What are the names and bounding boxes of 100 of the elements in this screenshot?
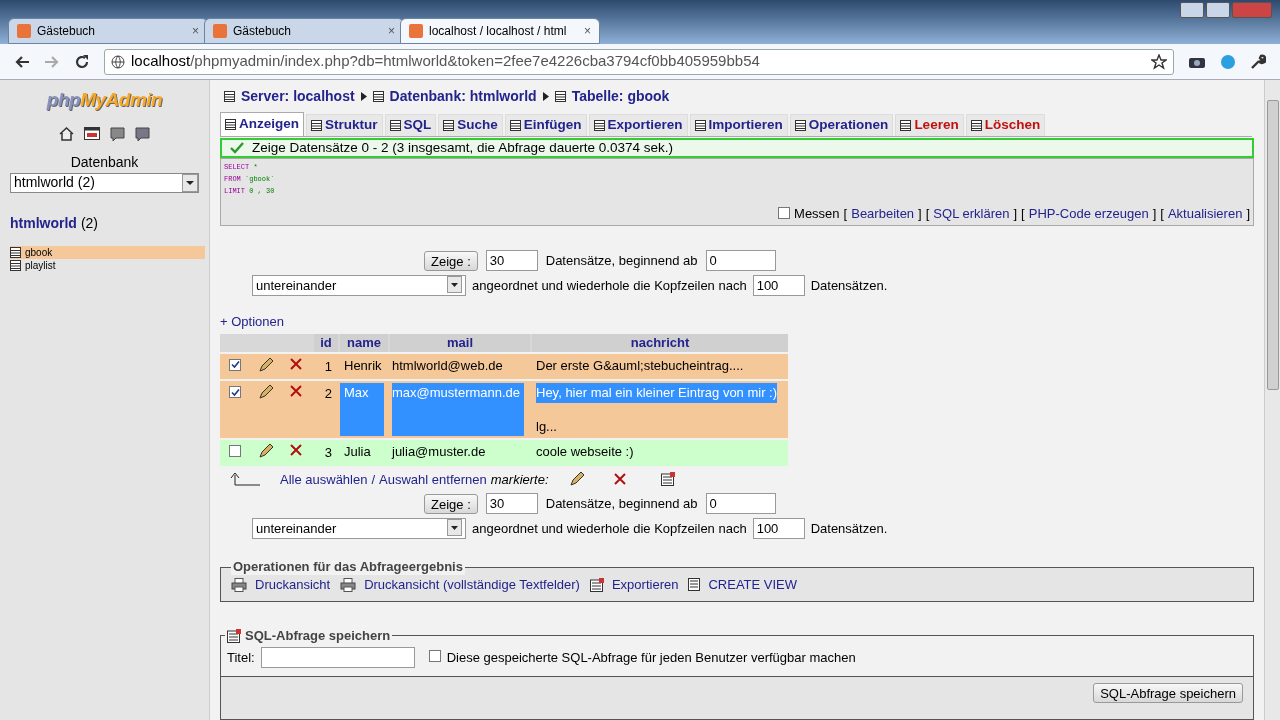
table-icon bbox=[389, 120, 401, 131]
browser-tab[interactable]: Gästebuch × bbox=[204, 18, 404, 44]
operation-link[interactable]: Druckansicht bbox=[255, 575, 331, 595]
browser-tab[interactable]: Gästebuch × bbox=[8, 18, 208, 44]
table-cell-text: 2 bbox=[323, 385, 333, 403]
bracket: [ bbox=[925, 204, 930, 223]
delete-icon[interactable] bbox=[289, 356, 303, 371]
mode-select[interactable]: untereinander bbox=[252, 275, 466, 296]
breadcrumb-link[interactable]: Datenbank: htmlworld bbox=[389, 85, 537, 107]
table-cell-text: Henrik bbox=[343, 356, 383, 375]
pencil-icon[interactable] bbox=[258, 443, 274, 459]
close-icon[interactable]: × bbox=[192, 22, 199, 40]
pencil-icon[interactable] bbox=[258, 356, 274, 373]
table-cell-text: 3 bbox=[323, 444, 333, 462]
checkbox[interactable] bbox=[778, 207, 791, 220]
database-link[interactable]: htmlworld bbox=[10, 212, 77, 234]
bracket: [ bbox=[843, 204, 848, 223]
table-cell-text: coole webseite :) bbox=[536, 443, 635, 461]
query-window-icon[interactable] bbox=[135, 126, 150, 142]
close-icon[interactable]: × bbox=[388, 22, 395, 40]
sidebar-table-item[interactable]: playlist bbox=[10, 258, 205, 272]
column-header[interactable]: mail bbox=[390, 333, 530, 352]
browser-tab[interactable]: localhost / localhost / html × bbox=[400, 18, 600, 44]
query-link[interactable]: Bearbeiten bbox=[851, 203, 915, 223]
mode-select[interactable]: untereinander bbox=[252, 518, 466, 539]
query-link[interactable]: Aktualisieren bbox=[1167, 203, 1243, 223]
repeat-field[interactable]: 100 bbox=[752, 275, 805, 296]
title-field[interactable] bbox=[260, 647, 415, 668]
nav-tab[interactable]: Löschen bbox=[965, 114, 1046, 136]
count-field[interactable]: 30 bbox=[485, 493, 538, 514]
unselect-link[interactable]: Auswahl entfernen bbox=[379, 469, 487, 489]
bracket: ] bbox=[1013, 204, 1018, 223]
bracket: ] bbox=[918, 204, 922, 223]
repeat-field[interactable]: 100 bbox=[752, 518, 805, 539]
bracket: [ bbox=[1021, 204, 1025, 223]
sql-icon[interactable] bbox=[84, 126, 100, 140]
options-link[interactable]: + Optionen bbox=[220, 312, 284, 332]
bracket: ] bbox=[1246, 204, 1250, 223]
checkbox[interactable] bbox=[428, 649, 441, 662]
checkbox[interactable] bbox=[229, 358, 241, 371]
pencil-icon[interactable] bbox=[568, 471, 585, 488]
operation-link[interactable]: CREATE VIEW bbox=[708, 575, 798, 595]
nav-tab[interactable]: SQL bbox=[384, 114, 437, 136]
star-icon[interactable] bbox=[1151, 53, 1167, 70]
query-link[interactable]: SQL erklären bbox=[933, 203, 1010, 223]
table-icon bbox=[554, 90, 566, 102]
breadcrumb-link[interactable]: Tabelle: gbook bbox=[571, 85, 670, 107]
globe-icon bbox=[111, 54, 125, 69]
start-field[interactable]: 0 bbox=[705, 250, 776, 271]
checkbox[interactable] bbox=[229, 386, 241, 398]
bracket: [ bbox=[1160, 204, 1164, 223]
select-all-link[interactable]: Alle auswählen bbox=[280, 469, 368, 489]
database-select[interactable]: htmlworld (2) bbox=[10, 172, 199, 193]
checkbox[interactable] bbox=[229, 445, 241, 457]
nav-tab[interactable]: Exportieren bbox=[588, 114, 688, 136]
repeat-label: angeordnet und wiederhole die Kopfzeilen nach bbox=[472, 519, 747, 538]
nav-tab[interactable]: Operationen bbox=[789, 114, 894, 136]
pencil-icon[interactable] bbox=[258, 384, 274, 400]
home-icon[interactable] bbox=[59, 126, 74, 141]
nav-tab[interactable]: Anzeigen bbox=[220, 112, 304, 136]
help-icon[interactable] bbox=[110, 126, 125, 142]
operation-link[interactable]: Druckansicht (vollständige Textfelder) bbox=[364, 575, 580, 595]
column-header[interactable]: nachricht bbox=[532, 333, 788, 352]
tab-title: Gästebuch bbox=[37, 23, 97, 40]
address-bar[interactable]: localhost/phpmyadmin/index.php?db=htmlworld&token=2fee7e4226cba3794cf0bb405959bb54 bbox=[104, 48, 1174, 75]
column-header[interactable]: id bbox=[314, 333, 338, 352]
show-button[interactable]: Zeige : bbox=[424, 493, 478, 514]
separator: / bbox=[371, 470, 376, 489]
table-cell-text: htmlworld@web.de bbox=[392, 356, 504, 375]
nav-tab[interactable]: Importieren bbox=[689, 114, 788, 136]
delete-icon[interactable] bbox=[612, 472, 627, 487]
marked-label: markierte: bbox=[490, 470, 549, 489]
maximize-button[interactable] bbox=[1206, 2, 1230, 18]
table-row[interactable]: 1 Henrik htmlworld@web.de Der erste G&auml;stebucheintrag.... bbox=[220, 353, 788, 379]
show-button[interactable]: Zeige : bbox=[424, 250, 478, 271]
close-icon[interactable]: × bbox=[584, 22, 591, 40]
breadcrumb-link[interactable]: Server: localhost bbox=[241, 85, 355, 107]
nav-tab[interactable]: Suche bbox=[438, 114, 503, 136]
table-row[interactable]: 2 Max max@mustermann.de Hey, hier mal ein kleiner Eintrag von mir :) lg... bbox=[220, 381, 788, 438]
table-row[interactable]: 3 Julia julia@muster.de coole webseite :) bbox=[220, 440, 788, 466]
nav-tab[interactable]: Struktur bbox=[306, 114, 383, 136]
delete-icon[interactable] bbox=[289, 443, 303, 457]
save-query-button[interactable]: SQL-Abfrage speichern bbox=[1093, 682, 1243, 703]
back-icon[interactable] bbox=[14, 54, 30, 69]
tab-title: localhost / localhost / html bbox=[429, 23, 568, 40]
wrench-icon[interactable] bbox=[1250, 53, 1266, 70]
count-field[interactable]: 30 bbox=[485, 250, 538, 271]
table-cell: Max bbox=[340, 383, 384, 436]
sidebar-table-item[interactable]: gbook bbox=[10, 245, 205, 259]
scrollbar[interactable] bbox=[1264, 80, 1280, 720]
column-header[interactable]: name bbox=[340, 333, 388, 352]
reload-icon[interactable] bbox=[74, 53, 90, 70]
nav-tab[interactable]: Leeren bbox=[895, 114, 964, 136]
printer-icon bbox=[231, 577, 247, 592]
minimize-button[interactable] bbox=[1180, 2, 1204, 18]
nav-tab[interactable]: Einfügen bbox=[504, 114, 587, 136]
query-link[interactable]: PHP-Code erzeugen bbox=[1028, 203, 1149, 223]
operation-link[interactable]: Exportieren bbox=[611, 575, 679, 595]
start-field[interactable]: 0 bbox=[705, 493, 776, 514]
delete-icon[interactable] bbox=[289, 384, 303, 398]
